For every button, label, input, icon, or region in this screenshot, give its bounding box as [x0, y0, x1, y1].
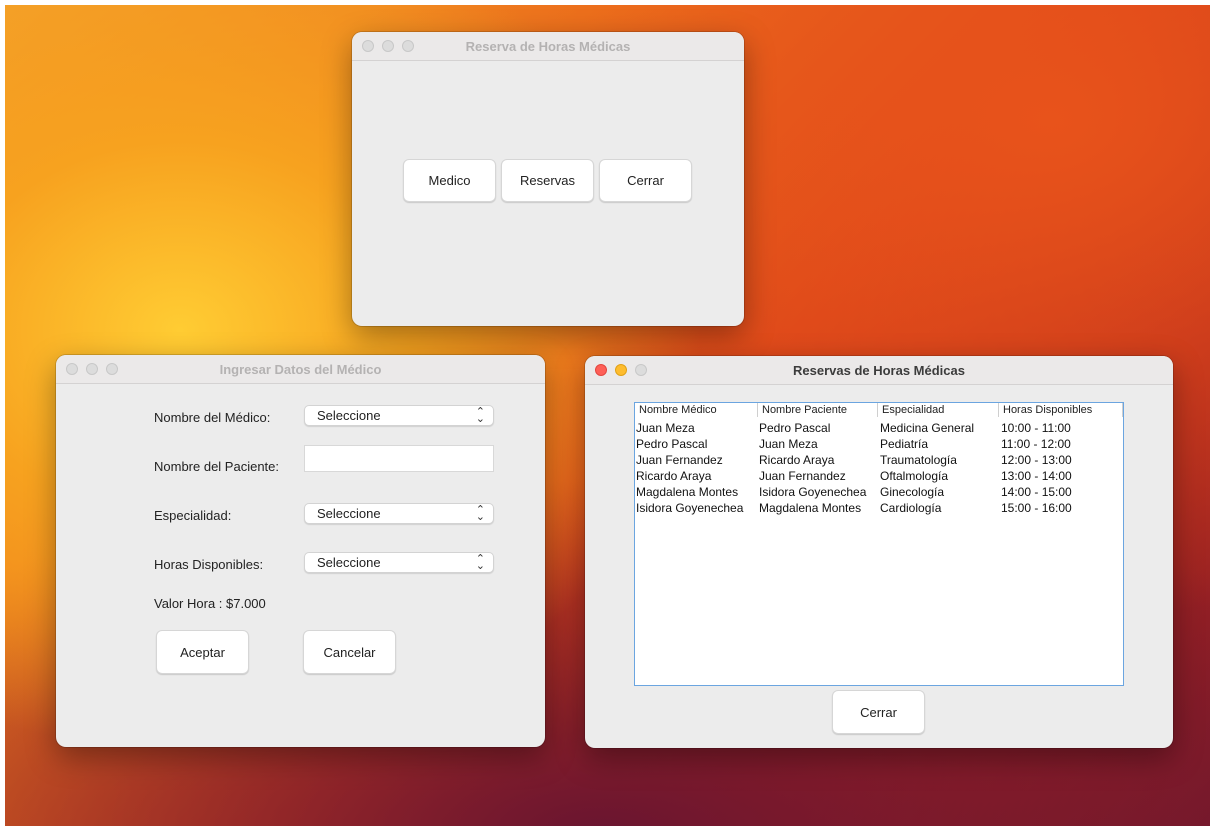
table-cell: 14:00 - 15:00 — [1001, 485, 1072, 499]
reservas-window: Reservas de Horas Médicas Nombre Médico … — [585, 356, 1173, 748]
table-cell: Magdalena Montes — [759, 501, 862, 515]
table-cell: Ginecología — [880, 485, 945, 499]
main-window: Reserva de Horas Médicas Medico Reservas… — [352, 32, 744, 326]
table-row[interactable]: Juan Meza Pedro Pascal Medicina General … — [635, 420, 1123, 436]
table-row[interactable]: Isidora Goyenechea Magdalena Montes Card… — [635, 500, 1123, 516]
medico-window-titlebar[interactable]: Ingresar Datos del Médico — [56, 355, 545, 384]
table-cell: Oftalmología — [880, 469, 949, 483]
column-header[interactable]: Nombre Médico — [635, 403, 758, 417]
nombre-medico-select[interactable]: Seleccione ⌃ ⌄ — [304, 405, 494, 426]
window-title: Reserva de Horas Médicas — [465, 38, 631, 54]
close-window-icon[interactable] — [362, 40, 374, 52]
valor-hora-label: Valor Hora : $7.000 — [154, 596, 266, 611]
table-row[interactable]: Ricardo Araya Juan Fernandez Oftalmologí… — [635, 468, 1123, 484]
column-header[interactable]: Horas Disponibles — [999, 403, 1123, 417]
especialidad-label: Especialidad: — [154, 508, 232, 523]
table-cell: 12:00 - 13:00 — [1001, 453, 1072, 467]
table-cell: Juan Fernandez — [759, 469, 846, 483]
table-cell: Juan Meza — [636, 421, 695, 435]
chevron-updown-icon: ⌃ ⌄ — [475, 406, 485, 425]
column-header[interactable]: Especialidad — [878, 403, 999, 417]
zoom-window-icon[interactable] — [402, 40, 414, 52]
table-cell: Pedro Pascal — [636, 437, 708, 451]
zoom-window-icon[interactable] — [635, 364, 647, 376]
table-row[interactable]: Magdalena Montes Isidora Goyenechea Gine… — [635, 484, 1123, 500]
cerrar-button[interactable]: Cerrar — [599, 159, 692, 202]
zoom-window-icon[interactable] — [106, 363, 118, 375]
window-controls — [595, 364, 647, 376]
medico-button[interactable]: Medico — [403, 159, 496, 202]
minimize-window-icon[interactable] — [86, 363, 98, 375]
window-title: Reservas de Horas Médicas — [793, 362, 965, 378]
horas-select[interactable]: Seleccione ⌃ ⌄ — [304, 552, 494, 573]
table-cell: 11:00 - 12:00 — [1001, 437, 1071, 451]
nombre-paciente-input[interactable] — [304, 445, 494, 472]
cancelar-button[interactable]: Cancelar — [303, 630, 396, 674]
table-header: Nombre Médico Nombre Paciente Especialid… — [635, 403, 1123, 417]
close-window-icon[interactable] — [595, 364, 607, 376]
especialidad-select[interactable]: Seleccione ⌃ ⌄ — [304, 503, 494, 524]
table-cell: Magdalena Montes — [636, 485, 739, 499]
table-cell: Isidora Goyenechea — [636, 501, 744, 515]
nombre-medico-select-value: Seleccione — [317, 408, 381, 423]
table-cell: Ricardo Araya — [636, 469, 712, 483]
window-controls — [66, 363, 118, 375]
table-cell: Pedro Pascal — [759, 421, 831, 435]
table-cell: Medicina General — [880, 421, 975, 435]
table-cell: 10:00 - 11:00 — [1001, 421, 1071, 435]
table-cell: 13:00 - 14:00 — [1001, 469, 1072, 483]
minimize-window-icon[interactable] — [382, 40, 394, 52]
table-cell: Pediatría — [880, 437, 929, 451]
chevron-updown-icon: ⌃ ⌄ — [475, 553, 485, 572]
table-cell: 15:00 - 16:00 — [1001, 501, 1072, 515]
main-window-titlebar[interactable]: Reserva de Horas Médicas — [352, 32, 744, 61]
window-title: Ingresar Datos del Médico — [219, 361, 382, 377]
column-header[interactable]: Nombre Paciente — [758, 403, 878, 417]
reservas-button[interactable]: Reservas — [501, 159, 594, 202]
table-cell: Cardiología — [880, 501, 942, 515]
minimize-window-icon[interactable] — [615, 364, 627, 376]
table-cell: Juan Fernandez — [636, 453, 723, 467]
reservas-table[interactable]: Nombre Médico Nombre Paciente Especialid… — [634, 402, 1124, 686]
horas-label: Horas Disponibles: — [154, 557, 264, 572]
table-cell: Ricardo Araya — [759, 453, 835, 467]
nombre-medico-label: Nombre del Médico: — [154, 410, 271, 425]
table-cell: Isidora Goyenechea — [759, 485, 867, 499]
cerrar-reservas-button[interactable]: Cerrar — [832, 690, 925, 734]
table-cell: Traumatología — [880, 453, 957, 467]
table-row[interactable]: Juan Fernandez Ricardo Araya Traumatolog… — [635, 452, 1123, 468]
table-cell: Juan Meza — [759, 437, 818, 451]
especialidad-select-value: Seleccione — [317, 506, 381, 521]
horas-select-value: Seleccione — [317, 555, 381, 570]
chevron-updown-icon: ⌃ ⌄ — [475, 504, 485, 523]
nombre-paciente-label: Nombre del Paciente: — [154, 459, 280, 474]
window-controls — [362, 40, 414, 52]
reservas-window-titlebar[interactable]: Reservas de Horas Médicas — [585, 356, 1173, 385]
medico-window: Ingresar Datos del Médico Nombre del Méd… — [56, 355, 545, 747]
aceptar-button[interactable]: Aceptar — [156, 630, 249, 674]
close-window-icon[interactable] — [66, 363, 78, 375]
table-row[interactable]: Pedro Pascal Juan Meza Pediatría 11:00 -… — [635, 436, 1123, 452]
